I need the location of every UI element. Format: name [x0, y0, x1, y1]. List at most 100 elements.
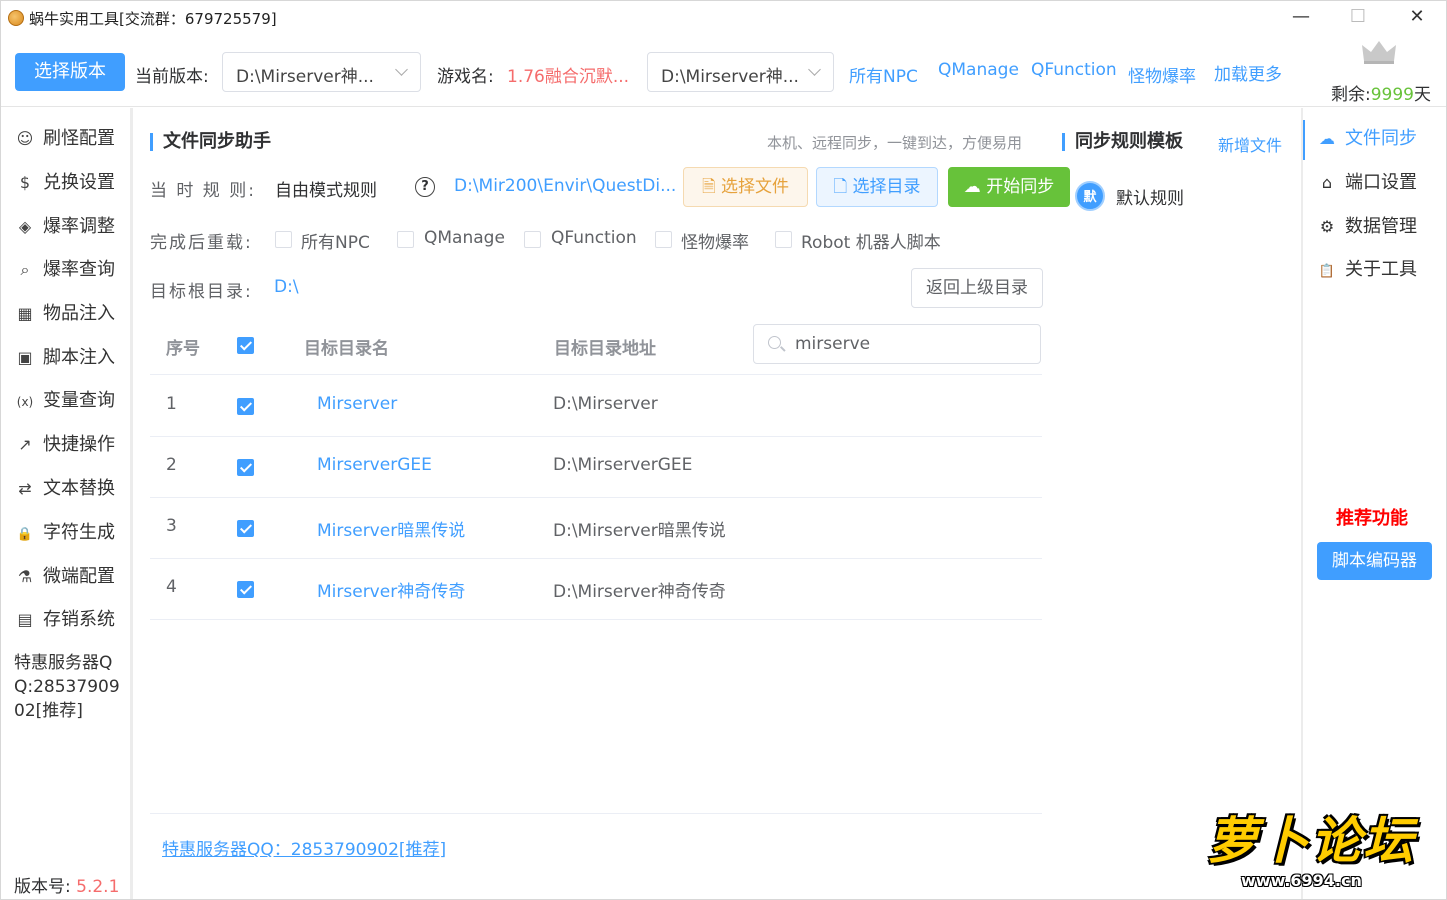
- row-checkbox[interactable]: [237, 459, 254, 476]
- reload-all-npc-checkbox[interactable]: [275, 231, 292, 248]
- link-load-more[interactable]: 加载更多: [1214, 60, 1282, 85]
- close-button[interactable]: ✕: [1397, 5, 1437, 29]
- reload-qfunction-checkbox[interactable]: [524, 231, 541, 248]
- sidebar-promo-text: 特惠服务器QQ:2853790902[推荐]: [14, 653, 120, 721]
- microscope-icon: ⚗: [17, 567, 33, 586]
- sidebar-item-text-replace[interactable]: ⇄ 文本替换: [15, 474, 115, 500]
- sidebar-item-item-inject[interactable]: ▦ 物品注入: [15, 299, 115, 325]
- select-file-button[interactable]: 🗎 选择文件: [683, 167, 808, 207]
- rule-path-link[interactable]: D:\Mir200\Envir\QuestDi...: [454, 176, 676, 196]
- forum-logo: 萝卜论坛 www.6994.cn: [1199, 801, 1439, 896]
- sidebar-item-variable-query[interactable]: (x) 变量查询: [15, 386, 115, 412]
- reload-option-label: QFunction: [551, 228, 637, 248]
- default-rule-badge: 默: [1075, 181, 1105, 211]
- sidebar-item-store-system[interactable]: ▤ 存销系统: [15, 605, 115, 631]
- link-monster-drop[interactable]: 怪物爆率: [1128, 62, 1196, 87]
- search-value: mirserve: [795, 334, 871, 354]
- recommend-label: 推荐功能: [1336, 508, 1408, 529]
- table-search-input[interactable]: mirserve: [753, 324, 1041, 364]
- sidebar-item-micro-client[interactable]: ⚗ 微端配置: [15, 562, 115, 588]
- help-icon[interactable]: ?: [415, 177, 435, 197]
- store-icon: ▤: [17, 610, 33, 629]
- row-directory-path: D:\MirserverGEE: [553, 455, 693, 475]
- sync-template-title: 同步规则模板: [1062, 133, 1183, 151]
- sidebar-item-quick-actions[interactable]: ↗ 快捷操作: [15, 430, 115, 456]
- reload-monster-drop-checkbox[interactable]: [655, 231, 672, 248]
- crown-icon: [1362, 41, 1396, 64]
- cloud-upload-icon: ☁: [963, 177, 987, 197]
- current-rule-value: 自由模式规则: [275, 181, 377, 201]
- sidebar-item-char-generate[interactable]: 🔒 字符生成: [15, 518, 115, 544]
- row-number: 3: [166, 516, 177, 536]
- reload-option-label: QManage: [424, 228, 505, 248]
- cloud-upload-icon: ☁: [1319, 129, 1335, 148]
- current-version-select[interactable]: D:\Mirserver神...: [222, 52, 421, 92]
- current-version-label: 当前版本:: [135, 67, 209, 87]
- table-row[interactable]: 2 MirserverGEE D:\MirserverGEE: [150, 437, 1042, 498]
- table-row[interactable]: 4 Mirserver神奇传奇 D:\Mirserver神奇传奇: [150, 559, 1042, 620]
- default-rule-label[interactable]: 默认规则: [1116, 184, 1184, 209]
- promo-footer-link[interactable]: 特惠服务器QQ：2853790902[推荐]: [162, 835, 446, 860]
- start-sync-button[interactable]: ☁ 开始同步: [948, 167, 1070, 207]
- title-bar: 蜗牛实用工具[交流群：679725579] — ☐ ✕: [1, 1, 1446, 35]
- current-rule-label: 当 时 规 则:: [150, 181, 256, 201]
- right-nav-port-settings[interactable]: ⌂ 端口设置: [1317, 168, 1417, 194]
- column-header-name: 目标目录名: [304, 339, 389, 359]
- script-encoder-button[interactable]: 脚本编码器: [1317, 542, 1432, 580]
- file-icon: 🗎: [701, 177, 722, 197]
- game-name-label: 游戏名:: [437, 67, 494, 87]
- box-icon: ◈: [18, 217, 32, 236]
- left-sidebar: ☺ 刷怪配置 $ 兑换设置 ◈ 爆率调整 ⌕ 爆率查询 ▦ 物品注入 ▣ 脚本注入 (x) 变…: [1, 108, 133, 899]
- chevron-down-icon: [808, 63, 821, 76]
- link-qmanage[interactable]: QManage: [938, 60, 1019, 80]
- link-all-npc[interactable]: 所有NPC: [849, 62, 918, 87]
- sidebar-item-drop-rate-query[interactable]: ⌕ 爆率查询: [15, 255, 115, 281]
- sidebar-item-script-inject[interactable]: ▣ 脚本注入: [15, 343, 115, 369]
- target-root-value[interactable]: D:\: [274, 277, 299, 297]
- reload-after-label: 完成后重载:: [150, 233, 253, 253]
- parent-directory-button[interactable]: 返回上级目录: [911, 268, 1043, 308]
- forum-logo-url: www.6994.cn: [1241, 871, 1362, 890]
- row-checkbox[interactable]: [237, 581, 254, 598]
- row-directory-name[interactable]: Mirserver暗黑传说: [317, 516, 465, 541]
- row-checkbox[interactable]: [237, 398, 254, 415]
- sidebar-item-exchange-settings[interactable]: $ 兑换设置: [15, 168, 115, 194]
- select-version-button[interactable]: 选择版本: [15, 53, 125, 91]
- select-directory-button[interactable]: 🗋 选择目录: [816, 167, 938, 207]
- row-checkbox[interactable]: [237, 520, 254, 537]
- top-toolbar: 选择版本 当前版本: D:\Mirserver神... 游戏名: 1.76融合沉…: [1, 35, 1446, 107]
- table-row[interactable]: 1 Mirserver D:\Mirserver: [150, 376, 1042, 437]
- row-number: 4: [166, 577, 177, 597]
- robot-icon: ☺: [16, 129, 34, 148]
- replace-icon: ⇄: [18, 479, 32, 498]
- sidebar-item-drop-rate-adjust[interactable]: ◈ 爆率调整: [15, 212, 115, 238]
- column-header-path: 目标目录地址: [554, 339, 656, 359]
- row-directory-name[interactable]: Mirserver神奇传奇: [317, 577, 465, 602]
- game-name-value: 1.76融合沉默...: [507, 67, 630, 87]
- main-panel: 文件同步助手 本机、远程同步，一键到达，方便易用 同步规则模板 新增文件 当 时…: [134, 108, 1301, 899]
- minimize-button[interactable]: —: [1281, 5, 1321, 29]
- reload-option-label: 怪物爆率: [681, 233, 749, 253]
- link-qfunction[interactable]: QFunction: [1031, 60, 1117, 80]
- row-directory-name[interactable]: MirserverGEE: [317, 455, 432, 475]
- add-file-link[interactable]: 新增文件: [1218, 132, 1282, 156]
- app-window: 蜗牛实用工具[交流群：679725579] — ☐ ✕ 选择版本 当前版本: D…: [0, 0, 1447, 900]
- sidebar-item-spawn-config[interactable]: ☺ 刷怪配置: [15, 124, 115, 150]
- reload-qmanage-checkbox[interactable]: [397, 231, 414, 248]
- maximize-button[interactable]: ☐: [1338, 5, 1378, 29]
- right-sidebar: ☁ 文件同步 ⌂ 端口设置 ⚙ 数据管理 📋 关于工具 推荐功能 脚本编码器: [1303, 108, 1446, 899]
- select-all-checkbox[interactable]: [237, 337, 254, 354]
- game-path-select[interactable]: D:\Mirserver神...: [647, 52, 834, 92]
- right-nav-data-management[interactable]: ⚙ 数据管理: [1317, 212, 1417, 238]
- row-directory-name[interactable]: Mirserver: [317, 394, 397, 414]
- right-nav-file-sync[interactable]: ☁ 文件同步: [1317, 124, 1417, 150]
- version-number: 5.2.1: [76, 877, 120, 897]
- reload-robot-checkbox[interactable]: [775, 231, 792, 248]
- table-row[interactable]: 3 Mirserver暗黑传说 D:\Mirserver暗黑传说: [150, 498, 1042, 559]
- chevron-down-icon: [395, 63, 408, 76]
- right-nav-about[interactable]: 📋 关于工具: [1317, 255, 1417, 281]
- port-icon: ⌂: [1321, 173, 1333, 192]
- row-number: 1: [166, 394, 177, 414]
- forum-logo-text: 萝卜论坛: [1207, 812, 1415, 870]
- terminal-icon: ▣: [17, 348, 33, 367]
